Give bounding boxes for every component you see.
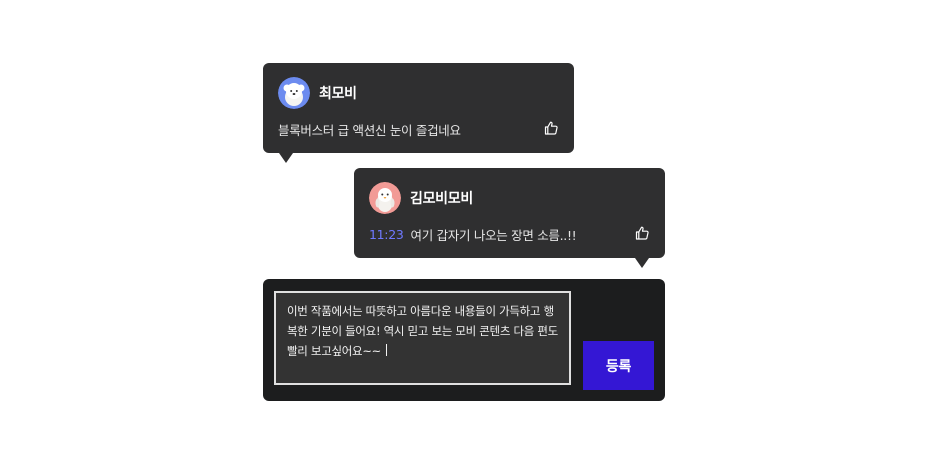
comment-header: 최모비 (278, 77, 357, 109)
comment-input-value: 이번 작품에서는 따뜻하고 아름다운 내용들이 가득하고 행복한 기분이 들어요… (287, 304, 562, 358)
comment-username: 최모비 (319, 86, 357, 102)
bubble-tail (279, 153, 293, 163)
penguin-avatar-icon (369, 182, 401, 214)
comment-header: 김모비모비 (369, 182, 473, 214)
dog-avatar-icon (278, 77, 310, 109)
comment-message: 블록버스터 급 액션신 눈이 즐겁네요 (278, 120, 559, 138)
submit-button[interactable]: 등록 (583, 341, 654, 390)
comment-text: 블록버스터 급 액션신 눈이 즐겁네요 (278, 122, 461, 138)
thumbs-up-icon[interactable] (543, 120, 559, 136)
comment-text: 여기 갑자기 나오는 장면 소름..!! (410, 227, 577, 243)
comment-composer: 이번 작품에서는 따뜻하고 아름다운 내용들이 가득하고 행복한 기분이 들어요… (263, 279, 665, 401)
comment-username: 김모비모비 (410, 191, 473, 207)
comment-input[interactable]: 이번 작품에서는 따뜻하고 아름다운 내용들이 가득하고 행복한 기분이 들어요… (274, 291, 571, 385)
comment-message: 11:23 여기 갑자기 나오는 장면 소름..!! (369, 225, 650, 243)
comment-bubble: 김모비모비 11:23 여기 갑자기 나오는 장면 소름..!! (354, 168, 665, 268)
thumbs-up-icon[interactable] (634, 225, 650, 241)
comment-timestamp: 11:23 (369, 226, 404, 242)
comment-bubble: 최모비 블록버스터 급 액션신 눈이 즐겁네요 (263, 63, 574, 163)
bubble-tail (635, 258, 649, 268)
text-caret (386, 344, 388, 356)
